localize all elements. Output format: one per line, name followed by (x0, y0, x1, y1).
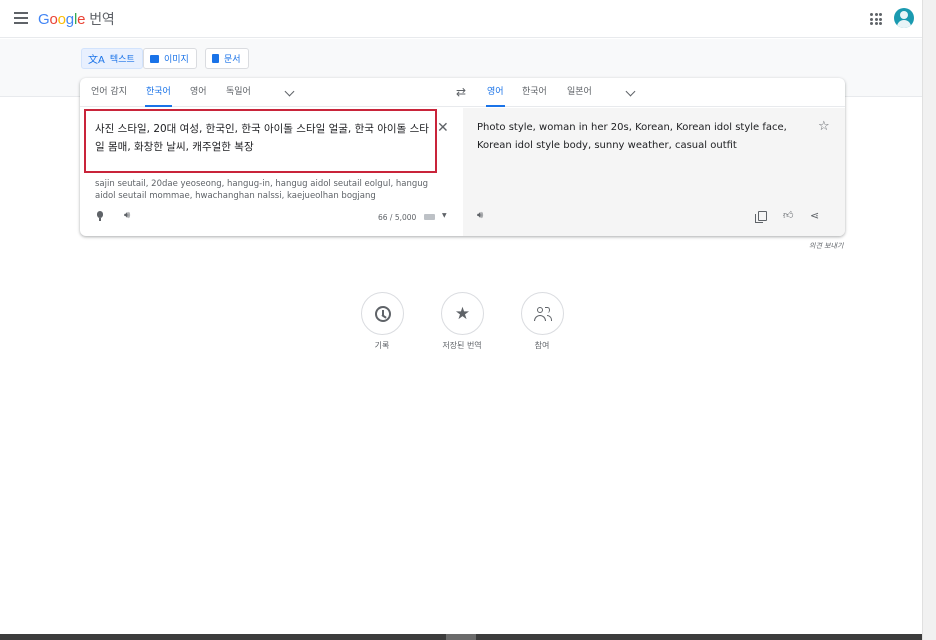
source-lang-english[interactable]: 영어 (190, 78, 207, 107)
target-lang-japanese[interactable]: 일본어 (567, 78, 592, 107)
char-count: 66 / 5,000 (378, 213, 417, 222)
mode-image-button[interactable]: 이미지 (143, 48, 197, 69)
source-text-input[interactable]: 사진 스타일, 20대 여성, 한국인, 한국 아이돌 스타일 얼굴, 한국 아… (95, 120, 430, 156)
apps-grid-icon[interactable] (870, 13, 882, 25)
translation-card: 언어 감지 한국어 영어 독일어 ⇄ 영어 한국어 일본어 사진 스타일, 20… (80, 78, 845, 236)
source-lang-detect[interactable]: 언어 감지 (91, 78, 127, 107)
rate-translation-icon[interactable]: 👍︎ (783, 209, 793, 221)
top-bar: Google 번역 (0, 0, 936, 38)
mode-text-button[interactable]: 文A 텍스트 (81, 48, 143, 69)
source-lang-chevron-down-icon[interactable] (284, 86, 295, 97)
share-icon[interactable]: ⋖ (810, 209, 819, 222)
source-pane: 사진 스타일, 20대 여성, 한국인, 한국 아이돌 스타일 얼굴, 한국 아… (80, 108, 463, 236)
copy-icon[interactable] (755, 211, 767, 223)
horizontal-scrollbar[interactable] (0, 634, 922, 640)
target-lang-english[interactable]: 영어 (486, 78, 505, 107)
image-icon (150, 54, 159, 63)
translated-text: Photo style, woman in her 20s, Korean, K… (477, 122, 787, 151)
target-lang-chevron-down-icon[interactable] (625, 86, 636, 97)
menu-icon[interactable] (14, 12, 28, 24)
mode-document-button[interactable]: 문서 (205, 48, 249, 69)
people-icon (533, 306, 552, 321)
history-label: 기록 (374, 341, 390, 350)
contribute-button[interactable] (521, 292, 564, 335)
scrollbar-thumb[interactable] (446, 634, 476, 640)
product-name: 번역 (89, 12, 115, 28)
target-lang-korean[interactable]: 한국어 (522, 78, 547, 107)
star-icon[interactable]: ☆ (818, 119, 830, 134)
clear-icon[interactable]: ✕ (437, 120, 449, 136)
document-icon (212, 54, 219, 63)
saved-label: 저장된 번역 (442, 341, 482, 350)
saved-button[interactable]: ★ (441, 292, 484, 335)
vertical-scrollbar[interactable] (922, 0, 936, 640)
mode-label: 문서 (224, 55, 241, 65)
source-speaker-icon[interactable]: 🔊︎ (124, 210, 130, 221)
history-icon (374, 305, 391, 322)
source-lang-korean[interactable]: 한국어 (145, 78, 172, 107)
keyboard-icon[interactable] (424, 214, 435, 220)
history-button[interactable] (361, 292, 404, 335)
target-pane: Photo style, woman in her 20s, Korean, K… (463, 108, 845, 236)
logo-letter: g (65, 11, 74, 28)
logo-letter: o (57, 11, 66, 28)
contribute-label: 참여 (534, 341, 550, 350)
logo-letter: o (49, 11, 58, 28)
swap-languages-icon[interactable]: ⇄ (456, 85, 466, 99)
logo-letter: e (77, 11, 86, 28)
source-lang-german[interactable]: 독일어 (226, 78, 251, 107)
logo-letter: G (38, 11, 50, 28)
send-feedback-link[interactable]: 의견 보내기 (809, 241, 843, 251)
account-avatar[interactable] (894, 8, 914, 28)
romanization-text: sajin seutail, 20dae yeoseong, hangug-in… (95, 179, 429, 201)
translate-icon: 文A (88, 55, 105, 66)
mode-label: 이미지 (164, 55, 189, 65)
keyboard-caret-icon[interactable]: ▼ (442, 212, 447, 219)
google-translate-logo[interactable]: Google 번역 (38, 9, 115, 29)
star-filled-icon: ★ (454, 303, 471, 324)
microphone-icon[interactable] (97, 211, 103, 221)
mode-label: 텍스트 (109, 55, 135, 65)
target-speaker-icon[interactable]: 🔊︎ (477, 210, 483, 221)
language-bar: 언어 감지 한국어 영어 독일어 ⇄ 영어 한국어 일본어 (80, 78, 845, 107)
